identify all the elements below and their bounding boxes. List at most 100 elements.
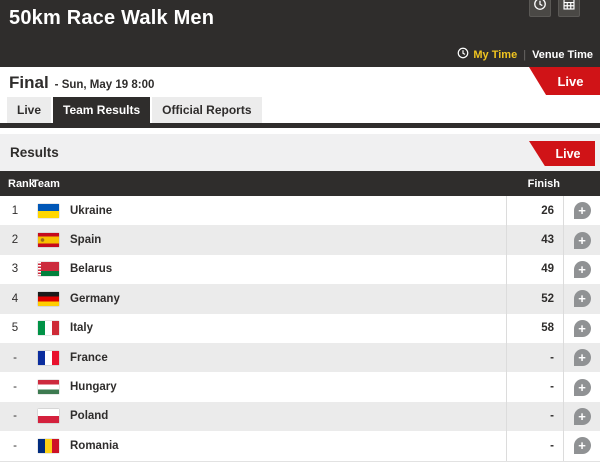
expand-cell: + xyxy=(563,431,600,460)
calendar-icon xyxy=(562,0,576,14)
table-row: 2 Spain 43 + xyxy=(0,225,600,254)
clock-icon xyxy=(457,47,469,62)
table-row: - Poland - + xyxy=(0,402,600,431)
expand-row-button[interactable]: + xyxy=(574,290,591,307)
table-row: - France - + xyxy=(0,343,600,372)
finish-cell: 49 xyxy=(506,255,563,284)
ukraine-flag-icon xyxy=(38,204,59,218)
team-name: Romania xyxy=(70,440,119,452)
event-datetime: - Sun, May 19 8:00 xyxy=(55,79,155,91)
clock-icon xyxy=(533,0,547,14)
team-name: Germany xyxy=(70,293,120,305)
plus-icon: + xyxy=(578,292,586,305)
expand-cell: + xyxy=(563,225,600,254)
tab-live[interactable]: Live xyxy=(7,97,51,123)
finish-cell: 58 xyxy=(506,314,563,343)
results-live-label: Live xyxy=(555,147,580,161)
results-live-badge: Live xyxy=(529,141,595,166)
expand-row-button[interactable]: + xyxy=(574,379,591,396)
expand-row-button[interactable]: + xyxy=(574,437,591,454)
header-toolbar xyxy=(529,0,580,17)
page-title: 50km Race Walk Men xyxy=(0,0,600,30)
calendar-button[interactable] xyxy=(558,0,580,17)
expand-cell: + xyxy=(563,196,600,225)
rank-cell: - xyxy=(0,410,30,422)
finish-cell: - xyxy=(506,402,563,431)
expand-cell: + xyxy=(563,255,600,284)
venue-time-toggle[interactable]: Venue Time xyxy=(532,49,595,61)
my-time-toggle[interactable]: My Time xyxy=(457,47,517,62)
france-flag-icon xyxy=(38,351,59,365)
rank-cell: 2 xyxy=(0,234,30,246)
event-header: 50km Race Walk Men xyxy=(0,0,600,67)
my-time-label: My Time xyxy=(473,49,517,61)
table-row: 1 Ukraine 26 + xyxy=(0,196,600,225)
expand-row-button[interactable]: + xyxy=(574,408,591,425)
belarus-flag-icon xyxy=(38,262,59,276)
round-title: Final xyxy=(9,73,49,93)
germany-flag-icon xyxy=(38,292,59,306)
results-section-header: Results Live xyxy=(0,134,600,171)
rank-cell: 5 xyxy=(0,322,30,334)
finish-cell: - xyxy=(506,431,563,460)
column-header-team: Team xyxy=(32,178,60,190)
team-name: Spain xyxy=(70,234,101,246)
poland-flag-icon xyxy=(38,409,59,423)
plus-icon: + xyxy=(578,410,586,423)
time-mode-toggle: My Time | Venue Time xyxy=(457,47,595,62)
expand-cell: + xyxy=(563,372,600,401)
expand-cell: + xyxy=(563,343,600,372)
expand-cell: + xyxy=(563,314,600,343)
team-name: Ukraine xyxy=(70,205,112,217)
results-table-body: 1 Ukraine 26 + 2 Spain 43 + 3 Belarus 49 xyxy=(0,196,600,462)
expand-row-button[interactable]: + xyxy=(574,320,591,337)
romania-flag-icon xyxy=(38,439,59,453)
hungary-flag-icon xyxy=(38,380,59,394)
plus-icon: + xyxy=(578,263,586,276)
expand-row-button[interactable]: + xyxy=(574,202,591,219)
rank-cell: 1 xyxy=(0,205,30,217)
finish-cell: - xyxy=(506,343,563,372)
team-name: Belarus xyxy=(70,263,112,275)
plus-icon: + xyxy=(578,234,586,247)
finish-cell: 26 xyxy=(506,196,563,225)
table-header: Rank Team Finish xyxy=(0,171,600,196)
round-header: Final - Sun, May 19 8:00 Live xyxy=(0,67,600,97)
plus-icon: + xyxy=(578,381,586,394)
italy-flag-icon xyxy=(38,321,59,335)
live-status-badge: Live xyxy=(529,67,600,95)
finish-cell: - xyxy=(506,372,563,401)
toggle-separator: | xyxy=(523,49,526,61)
spain-flag-icon xyxy=(38,233,59,247)
rank-cell: - xyxy=(0,381,30,393)
team-name: France xyxy=(70,352,108,364)
tab-bar: Live Team Results Official Reports xyxy=(0,97,600,123)
expand-cell: + xyxy=(563,402,600,431)
rank-cell: 4 xyxy=(0,293,30,305)
expand-row-button[interactable]: + xyxy=(574,232,591,249)
table-row: 4 Germany 52 + xyxy=(0,284,600,313)
plus-icon: + xyxy=(578,439,586,452)
team-name: Poland xyxy=(70,410,108,422)
table-row: - Hungary - + xyxy=(0,372,600,401)
table-row: 3 Belarus 49 + xyxy=(0,255,600,284)
clock-button[interactable] xyxy=(529,0,551,17)
finish-cell: 52 xyxy=(506,284,563,313)
expand-cell: + xyxy=(563,284,600,313)
column-header-rank: Rank xyxy=(0,178,32,190)
live-status-label: Live xyxy=(557,74,583,89)
table-row: 5 Italy 58 + xyxy=(0,314,600,343)
rank-cell: 3 xyxy=(0,263,30,275)
expand-row-button[interactable]: + xyxy=(574,261,591,278)
tab-team-results[interactable]: Team Results xyxy=(53,97,150,123)
finish-cell: 43 xyxy=(506,225,563,254)
expand-row-button[interactable]: + xyxy=(574,349,591,366)
column-header-finish: Finish xyxy=(528,178,600,190)
rank-cell: - xyxy=(0,352,30,364)
team-name: Italy xyxy=(70,322,93,334)
tab-official-reports[interactable]: Official Reports xyxy=(152,97,261,123)
plus-icon: + xyxy=(578,204,586,217)
plus-icon: + xyxy=(578,351,586,364)
rank-cell: - xyxy=(0,440,30,452)
table-row: - Romania - + xyxy=(0,431,600,460)
